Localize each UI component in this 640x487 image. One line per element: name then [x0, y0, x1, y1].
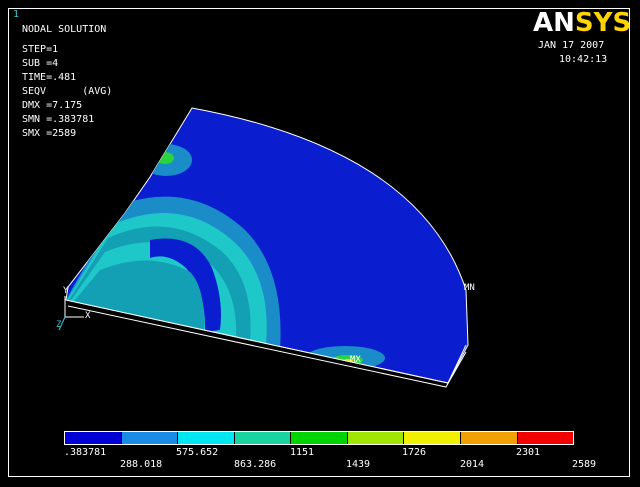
legend-label: 1151 — [290, 447, 315, 458]
legend-swatch-8 — [460, 432, 518, 444]
legend-label: 575.652 — [176, 447, 219, 458]
min-marker-label: MN — [464, 283, 475, 293]
legend-label: 2014 — [460, 459, 485, 470]
legend-swatch-3 — [178, 432, 235, 444]
legend-label: 1726 — [402, 447, 427, 458]
max-marker-label: MX — [350, 355, 361, 365]
legend-swatch-5 — [291, 432, 348, 444]
axis-z-label: Z — [56, 320, 62, 330]
legend-swatch-9 — [517, 432, 574, 444]
legend-swatch-6 — [347, 432, 405, 444]
legend-label: 863.286 — [234, 459, 277, 470]
legend-label: 2301 — [516, 447, 541, 458]
legend-label: 2589 — [572, 459, 597, 470]
legend-swatch-1 — [65, 432, 122, 444]
legend-label: 288.018 — [120, 459, 163, 470]
legend-swatch-7 — [404, 432, 461, 444]
legend-label: 1439 — [346, 459, 371, 470]
legend-swatch-4 — [234, 432, 292, 444]
legend-swatch-2 — [121, 432, 179, 444]
axis-y-label: Y — [63, 286, 69, 296]
axis-x-label: X — [85, 311, 91, 321]
color-legend-bar — [64, 431, 574, 445]
fe-model-plot[interactable] — [0, 0, 640, 487]
legend-label: .383781 — [64, 447, 107, 458]
